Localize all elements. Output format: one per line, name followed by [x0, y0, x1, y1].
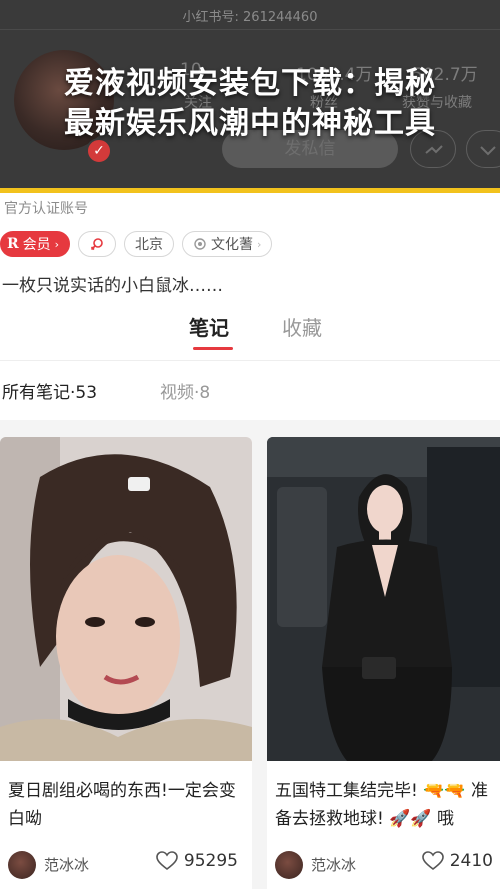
like-count: 95295	[183, 851, 238, 871]
culture-tag-label: 文化蓍	[211, 237, 254, 253]
r-member-icon: R	[7, 236, 19, 252]
author-name[interactable]: 范冰冰	[311, 854, 356, 875]
author-avatar[interactable]	[275, 851, 303, 879]
note-author-row: 范冰冰 2410	[275, 851, 499, 879]
profile-bio: 一枚只说实话的小白鼠冰……	[2, 276, 223, 296]
active-tab-indicator	[193, 347, 233, 350]
chevron-right-icon: ›	[54, 237, 60, 251]
female-icon	[90, 238, 103, 251]
account-id: 小红书号: 261244460	[182, 10, 318, 25]
header-divider	[0, 29, 500, 30]
note-card[interactable]: 夏日剧组必喝的东西!一定会变白呦 范冰冰 95295	[0, 437, 252, 889]
like-button[interactable]: 95295	[156, 851, 238, 871]
note-author-row: 范冰冰 95295	[8, 851, 244, 879]
location-tag-label: 北京	[135, 237, 164, 253]
headline-line-1: 爱液视频安装包下载：揭秘	[64, 66, 436, 101]
gender-tag	[78, 231, 117, 257]
note-caption[interactable]: 五国特工集结完毕! 🔫🔫 准备去拯救地球! 🚀🚀 哦	[275, 777, 499, 833]
author-name[interactable]: 范冰冰	[44, 854, 89, 875]
tab-collections[interactable]: 收藏	[282, 312, 322, 341]
culture-tag[interactable]: 文化蓍 ›	[182, 231, 273, 257]
like-button[interactable]: 2410	[421, 851, 493, 871]
member-tag[interactable]: R 会员 ›	[0, 231, 71, 257]
headline-underline	[0, 188, 500, 193]
filter-videos[interactable]: 视频·8	[160, 378, 210, 403]
profile-tabs: 笔记 收藏	[0, 312, 500, 360]
heart-icon	[421, 851, 444, 871]
headline-line-2: 最新娱乐风潮中的神秘工具	[64, 106, 436, 141]
filter-all-notes[interactable]: 所有笔记·53	[2, 378, 97, 403]
author-avatar[interactable]	[8, 851, 36, 879]
badge-icon	[194, 238, 206, 250]
location-tag: 北京	[124, 231, 175, 257]
note-cover-image[interactable]	[0, 437, 252, 761]
note-card[interactable]: 五国特工集结完毕! 🔫🔫 准备去拯救地球! 🚀🚀 哦 范冰冰 2410	[267, 437, 500, 889]
note-caption[interactable]: 夏日剧组必喝的东西!一定会变白呦	[8, 777, 244, 833]
note-cover-image[interactable]	[267, 437, 500, 761]
chevron-right-icon: ›	[257, 237, 262, 251]
tabs-divider	[0, 360, 500, 361]
like-count: 2410	[449, 851, 493, 871]
profile-header: 小红书号: 261244460 ✓ 10 1002.4万 502.7万 关注 粉…	[0, 0, 500, 190]
heart-icon	[156, 851, 178, 871]
profile-tags: R 会员 › 北京 文化蓍 ›	[0, 231, 273, 257]
tab-notes[interactable]: 笔记	[189, 312, 229, 341]
official-account-label: 官方认证账号	[4, 201, 88, 217]
member-tag-label: 会员	[22, 237, 51, 253]
headline-banner: 爱液视频安装包下载：揭秘 最新娱乐风潮中的神秘工具	[0, 64, 500, 144]
